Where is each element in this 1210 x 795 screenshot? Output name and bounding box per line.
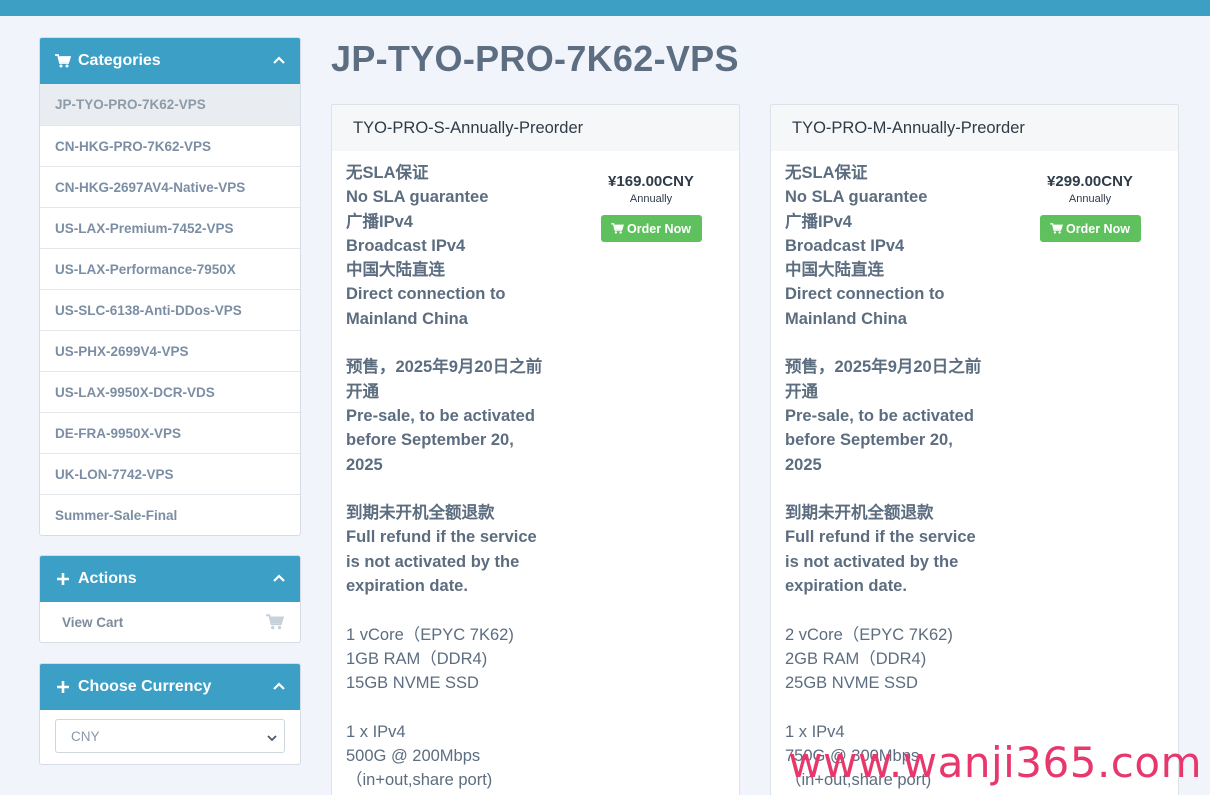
desc-line: Direct connection to bbox=[346, 285, 506, 304]
price-amount: ¥169.00CNY bbox=[608, 173, 694, 190]
spec-line: 1 vCore（EPYC 7K62) bbox=[346, 625, 514, 644]
billing-cycle: Annually bbox=[629, 193, 673, 205]
currency-selected: CNY bbox=[71, 728, 100, 744]
cart-icon bbox=[54, 54, 72, 68]
currency-panel: Choose Currency CNY bbox=[39, 663, 301, 765]
categories-header[interactable]: Categories bbox=[40, 38, 300, 84]
sidebar-item-category[interactable]: US-PHX-2699V4-VPS bbox=[40, 330, 300, 371]
desc-line: Mainland China bbox=[785, 309, 907, 328]
chevron-up-icon[interactable] bbox=[272, 570, 286, 588]
order-now-label: Order Now bbox=[627, 221, 691, 236]
watermark-text: www.wanji365.com bbox=[788, 738, 1202, 787]
desc-line: Broadcast IPv4 bbox=[785, 236, 905, 255]
chevron-up-icon[interactable] bbox=[272, 52, 286, 70]
currency-title: Choose Currency bbox=[78, 678, 212, 695]
page-title: JP-TYO-PRO-7K62-VPS bbox=[331, 38, 739, 79]
top-bar bbox=[0, 0, 1210, 16]
desc-line: 中国大陆直连 bbox=[346, 261, 445, 280]
sidebar-item-category[interactable]: US-LAX-9950X-DCR-VDS bbox=[40, 371, 300, 412]
actions-header[interactable]: Actions bbox=[40, 556, 300, 602]
product-card: TYO-PRO-M-Annually-Preorder 无SLA保证 No SL… bbox=[770, 104, 1179, 795]
desc-line: Full refund if the service bbox=[346, 528, 537, 547]
price-box: ¥169.00CNY Annually Order Now bbox=[596, 173, 706, 242]
desc-line: Full refund if the service bbox=[785, 528, 976, 547]
sidebar-item-category[interactable]: JP-TYO-PRO-7K62-VPS bbox=[40, 84, 300, 125]
plus-icon bbox=[54, 680, 72, 694]
categories-list: JP-TYO-PRO-7K62-VPS CN-HKG-PRO-7K62-VPS … bbox=[40, 84, 300, 535]
desc-line: 无SLA保证 bbox=[346, 164, 429, 182]
desc-line: before September 20, bbox=[346, 431, 514, 450]
desc-line: 广播IPv4 bbox=[785, 212, 852, 231]
chevron-down-icon bbox=[266, 731, 278, 746]
desc-line: 预售，2025年9月20日之前 bbox=[346, 358, 543, 377]
spec-line: 15GB NVME SSD bbox=[346, 674, 479, 693]
sidebar-item-category[interactable]: Summer-Sale-Final bbox=[40, 494, 300, 535]
spec-line: 1 x IPv4 bbox=[346, 722, 406, 741]
spec-line: 2GB RAM（DDR4) bbox=[785, 649, 927, 668]
spec-line: 1GB RAM（DDR4) bbox=[346, 649, 488, 668]
sidebar-item-category[interactable]: US-LAX-Premium-7452-VPS bbox=[40, 207, 300, 248]
desc-line: is not activated by the bbox=[785, 552, 959, 571]
desc-line: No SLA guarantee bbox=[785, 188, 928, 207]
actions-title: Actions bbox=[78, 570, 137, 587]
sidebar-item-category[interactable]: CN-HKG-PRO-7K62-VPS bbox=[40, 125, 300, 166]
desc-line: Pre-sale, to be activated bbox=[346, 406, 535, 425]
product-name: TYO-PRO-S-Annually-Preorder bbox=[332, 105, 739, 151]
spec-line: 500G @ 200Mbps bbox=[346, 747, 481, 766]
desc-line: 无SLA保证 bbox=[785, 164, 868, 182]
desc-line: 中国大陆直连 bbox=[785, 261, 884, 280]
desc-line: 2025 bbox=[346, 455, 383, 474]
desc-line: 开通 bbox=[346, 382, 379, 401]
desc-line: 到期未开机全额退款 bbox=[785, 504, 934, 523]
desc-line: is not activated by the bbox=[346, 552, 520, 571]
order-now-label: Order Now bbox=[1066, 221, 1130, 236]
spec-line: 25GB NVME SSD bbox=[785, 674, 918, 693]
price-amount: ¥299.00CNY bbox=[1047, 173, 1133, 190]
spec-line: 2 vCore（EPYC 7K62) bbox=[785, 625, 953, 644]
desc-line: No SLA guarantee bbox=[346, 188, 489, 207]
desc-line: 开通 bbox=[785, 382, 818, 401]
desc-line: 到期未开机全额退款 bbox=[346, 504, 495, 523]
cart-icon bbox=[611, 223, 625, 234]
view-cart-link[interactable]: View Cart bbox=[40, 602, 300, 642]
sidebar-item-category[interactable]: UK-LON-7742-VPS bbox=[40, 453, 300, 494]
order-now-button[interactable]: Order Now bbox=[1039, 215, 1141, 242]
product-description: 无SLA保证 No SLA guarantee 广播IPv4 Broadcast… bbox=[346, 161, 571, 793]
product-description: 无SLA保证 No SLA guarantee 广播IPv4 Broadcast… bbox=[785, 161, 1010, 793]
price-box: ¥299.00CNY Annually Order Now bbox=[1035, 173, 1145, 242]
cart-icon bbox=[266, 614, 285, 633]
categories-panel: Categories JP-TYO-PRO-7K62-VPS CN-HKG-PR… bbox=[39, 37, 301, 536]
actions-panel: Actions View Cart bbox=[39, 555, 301, 643]
sidebar-item-category[interactable]: US-SLC-6138-Anti-DDos-VPS bbox=[40, 289, 300, 330]
spec-line: （in+out,share port) bbox=[346, 771, 493, 790]
desc-line: before September 20, bbox=[785, 431, 953, 450]
desc-line: Mainland China bbox=[346, 309, 468, 328]
cart-icon bbox=[1050, 223, 1064, 234]
currency-select[interactable]: CNY bbox=[55, 719, 285, 753]
product-name: TYO-PRO-M-Annually-Preorder bbox=[771, 105, 1178, 151]
desc-line: 2025 bbox=[785, 455, 822, 474]
view-cart-label: View Cart bbox=[62, 614, 124, 630]
desc-line: Direct connection to bbox=[785, 285, 945, 304]
desc-line: Broadcast IPv4 bbox=[346, 236, 466, 255]
sidebar-item-category[interactable]: DE-FRA-9950X-VPS bbox=[40, 412, 300, 453]
desc-line: expiration date. bbox=[346, 577, 468, 596]
sidebar-item-category[interactable]: CN-HKG-2697AV4-Native-VPS bbox=[40, 166, 300, 207]
desc-line: 预售，2025年9月20日之前 bbox=[785, 358, 982, 377]
currency-header[interactable]: Choose Currency bbox=[40, 664, 300, 710]
order-now-button[interactable]: Order Now bbox=[600, 215, 702, 242]
chevron-up-icon[interactable] bbox=[272, 678, 286, 696]
billing-cycle: Annually bbox=[1068, 193, 1112, 205]
desc-line: expiration date. bbox=[785, 577, 907, 596]
desc-line: 广播IPv4 bbox=[346, 212, 413, 231]
plus-icon bbox=[54, 572, 72, 586]
categories-title: Categories bbox=[78, 52, 161, 69]
sidebar-item-category[interactable]: US-LAX-Performance-7950X bbox=[40, 248, 300, 289]
product-card: TYO-PRO-S-Annually-Preorder 无SLA保证 No SL… bbox=[331, 104, 740, 795]
desc-line: Pre-sale, to be activated bbox=[785, 406, 974, 425]
